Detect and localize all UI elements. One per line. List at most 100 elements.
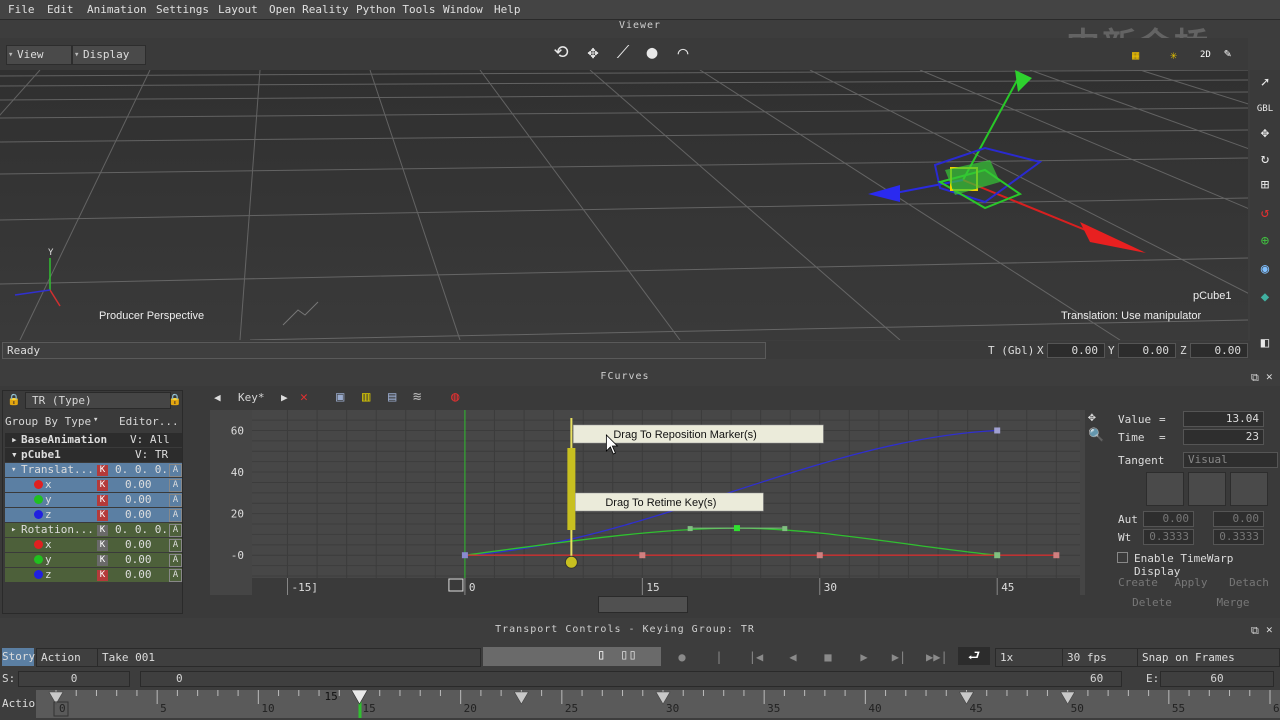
action-select[interactable]: Action bbox=[36, 648, 98, 667]
orbit-icon[interactable]: ⟲ bbox=[548, 41, 574, 65]
menu-window[interactable]: Window bbox=[443, 3, 483, 16]
anim-button[interactable]: A bbox=[169, 569, 182, 582]
frame-all-icon[interactable]: ▣ bbox=[336, 389, 344, 405]
wt-left-field[interactable]: 0.3333 bbox=[1143, 529, 1194, 545]
key-button[interactable]: K bbox=[97, 570, 108, 581]
value-operator[interactable]: = bbox=[1159, 413, 1166, 426]
anim-button[interactable]: A bbox=[169, 554, 182, 567]
anim-button[interactable]: A bbox=[169, 464, 182, 477]
timewarp-icon[interactable]: ◍ bbox=[451, 389, 459, 405]
graph-scroll-thumb[interactable] bbox=[598, 596, 688, 613]
prev-frame-icon[interactable]: |◀ bbox=[747, 648, 765, 666]
nav-row-translation-x[interactable]: x K 0.00 A bbox=[5, 478, 182, 492]
nav-row-translation-y[interactable]: y K 0.00 A bbox=[5, 493, 182, 507]
x-coord-field[interactable]: 0.00 bbox=[1047, 343, 1105, 358]
fcurves-float-icon[interactable]: ⧉ bbox=[1251, 371, 1259, 385]
dolly-icon[interactable]: ⟋ bbox=[610, 41, 636, 65]
time-operator[interactable]: = bbox=[1159, 431, 1166, 444]
tangent-smooth-button[interactable] bbox=[1146, 472, 1184, 506]
nav-row-pcube1[interactable]: ▾ pCube1 V: TR bbox=[5, 448, 182, 462]
select-icon[interactable]: ➚ bbox=[1253, 72, 1277, 94]
fcurve-graph[interactable]: 60 40 20 -0 -15] 0 15 30 45 Drag To Reposition Ma… bbox=[210, 410, 1085, 595]
play-backward-icon[interactable]: ◀ bbox=[784, 648, 802, 666]
transport-marker-area[interactable]: ▯ ▯▯ bbox=[483, 647, 661, 666]
pencil-icon[interactable]: ✎ bbox=[1224, 46, 1231, 60]
lock-icon[interactable]: 🔒 bbox=[7, 393, 21, 406]
loop-toggle[interactable]: ⮐ bbox=[958, 647, 990, 665]
go-to-start-icon[interactable]: |◀◀ bbox=[710, 648, 728, 682]
menu-file[interactable]: File bbox=[8, 3, 35, 16]
fcurve-graph-svg[interactable]: 60 40 20 -0 -15] 0 15 30 45 Drag To Reposition Ma… bbox=[210, 410, 1085, 595]
pan-icon[interactable]: ✥ bbox=[580, 41, 606, 65]
editor-button[interactable]: Editor... bbox=[119, 415, 179, 428]
value-field[interactable]: 13.04 bbox=[1183, 411, 1264, 427]
aut-left-field[interactable]: 0.00 bbox=[1143, 511, 1194, 527]
grid-icon[interactable]: ▦ bbox=[1132, 48, 1139, 62]
graph-scrollbar[interactable] bbox=[210, 595, 1085, 613]
menu-edit[interactable]: Edit bbox=[47, 3, 74, 16]
key-button[interactable]: K bbox=[97, 480, 108, 491]
next-key-icon[interactable]: ▶ bbox=[281, 391, 288, 404]
view-mode-icons[interactable]: ▦ ✳ 2D ✎ bbox=[1132, 44, 1231, 64]
type-select[interactable]: TR (Type) bbox=[25, 392, 171, 409]
story-button[interactable]: Story bbox=[2, 648, 35, 666]
view-button[interactable]: View bbox=[6, 45, 72, 65]
single-view-icon[interactable]: ▯ bbox=[597, 647, 605, 663]
zoom-range-bar[interactable] bbox=[140, 671, 1122, 687]
display-button[interactable]: Display bbox=[72, 45, 146, 65]
globe-icon[interactable]: ◉ bbox=[1253, 258, 1277, 280]
transport-float-icon[interactable]: ⧉ bbox=[1251, 624, 1259, 638]
end-field[interactable]: 60 bbox=[1160, 671, 1274, 687]
menu-python-tools[interactable]: Python Tools bbox=[356, 3, 435, 16]
curve-filter-icon[interactable]: ≋ bbox=[413, 389, 421, 405]
key-button[interactable]: K bbox=[97, 495, 108, 506]
menu-animation[interactable]: Animation bbox=[87, 3, 147, 16]
dual-view-icon[interactable]: ▯▯ bbox=[620, 647, 637, 663]
nav-row-translation-z[interactable]: z K 0.00 A bbox=[5, 508, 182, 522]
anim-button[interactable]: A bbox=[169, 509, 182, 522]
tangent-mode-select[interactable]: Visual bbox=[1183, 452, 1278, 468]
menu-open-reality[interactable]: Open Reality bbox=[269, 3, 348, 16]
global-icon[interactable]: GBL bbox=[1253, 98, 1277, 120]
nav-row-rotation[interactable]: ▸ Rotation... K 0. 0. 0. A bbox=[5, 523, 182, 537]
play-icon[interactable]: ▶ bbox=[855, 648, 873, 666]
lock-icon-2[interactable]: 🔒 bbox=[168, 393, 182, 406]
timeline[interactable]: 0 5 10 15 20 25 30 35 40 45 50 55 60 15 bbox=[36, 690, 1280, 718]
delete-key-icon[interactable]: ✕ bbox=[300, 390, 308, 405]
fps-select[interactable]: 30 fps bbox=[1062, 648, 1139, 667]
go-to-end-icon[interactable]: ▶▶| bbox=[926, 648, 948, 666]
rotate-icon[interactable]: ↻ bbox=[1253, 148, 1277, 170]
stop-icon[interactable]: ■ bbox=[819, 648, 837, 666]
key-button[interactable]: K bbox=[97, 540, 108, 551]
group-by-dropdown[interactable]: Group By Type bbox=[5, 415, 91, 428]
pivot-icon[interactable]: ⊕ bbox=[1253, 230, 1277, 252]
fcurves-close-icon[interactable]: ✕ bbox=[1266, 370, 1273, 383]
anim-button[interactable]: A bbox=[169, 539, 182, 552]
scale-icon[interactable]: ⊞ bbox=[1253, 174, 1277, 196]
light-icon[interactable]: ✳ bbox=[1170, 48, 1177, 62]
detach-button[interactable]: Detach bbox=[1226, 576, 1272, 590]
nav-row-rotation-y[interactable]: y K 0.00 A bbox=[5, 553, 182, 567]
key-button[interactable]: K bbox=[97, 555, 108, 566]
key-menu[interactable]: Key* bbox=[238, 391, 265, 404]
nav-row-baseanimation[interactable]: ▸ BaseAnimation V: All bbox=[5, 433, 182, 447]
time-field[interactable]: 23 bbox=[1183, 429, 1264, 445]
pan-graph-icon[interactable]: ✥ bbox=[1088, 410, 1096, 425]
y-coord-field[interactable]: 0.00 bbox=[1118, 343, 1176, 358]
menu-layout[interactable]: Layout bbox=[218, 3, 258, 16]
speed-select[interactable]: 1x bbox=[995, 648, 1063, 667]
snap-select[interactable]: Snap on Frames bbox=[1137, 648, 1280, 667]
2d-badge[interactable]: 2D bbox=[1200, 50, 1211, 60]
timewarp-checkbox[interactable] bbox=[1117, 552, 1128, 563]
merge-button[interactable]: Merge bbox=[1213, 596, 1253, 610]
anim-button[interactable]: A bbox=[169, 494, 182, 507]
move-icon[interactable]: ✥ bbox=[1253, 122, 1277, 144]
create-button[interactable]: Create bbox=[1118, 576, 1158, 590]
key-button[interactable]: K bbox=[97, 525, 108, 536]
key-button[interactable]: K bbox=[97, 510, 108, 521]
nav-row-rotation-x[interactable]: x K 0.00 A bbox=[5, 538, 182, 552]
z-coord-field[interactable]: 0.00 bbox=[1190, 343, 1248, 358]
zoom-region-icon[interactable]: ▤ bbox=[388, 389, 396, 405]
start-field[interactable]: 0 bbox=[18, 671, 130, 687]
key-button[interactable]: K bbox=[97, 465, 108, 476]
